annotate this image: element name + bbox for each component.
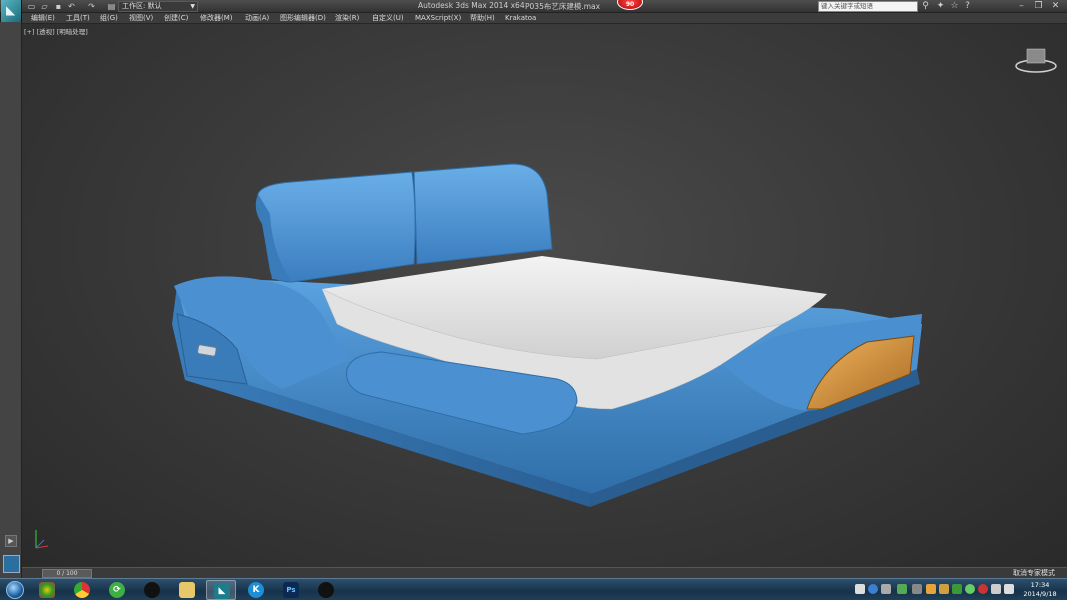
communication-center-icon[interactable]: ☆ — [949, 1, 960, 12]
refresh-app-icon: ⟳ — [109, 582, 125, 598]
bed-model[interactable] — [22, 24, 1067, 567]
chrome-icon — [74, 582, 90, 598]
tray-keyboard-icon[interactable] — [855, 584, 865, 594]
tray-app-icon[interactable] — [939, 584, 949, 594]
workspace-label: 工作区: 默认 — [122, 2, 162, 10]
undo-icon[interactable]: ↶ — [67, 2, 76, 11]
taskbar-app[interactable]: Ps — [276, 580, 306, 600]
menu-maxscript[interactable]: MAXScript(X) — [415, 13, 461, 24]
file-name: P035布艺床建模.max — [525, 2, 601, 11]
notification-badge[interactable]: 90 — [617, 0, 643, 10]
3dsmax-logo[interactable]: ◣ — [1, 0, 22, 22]
app-title: Autodesk 3ds Max 2014 x64 — [418, 1, 525, 10]
redo-icon[interactable]: ↷ — [87, 2, 96, 11]
perspective-viewport[interactable]: [+] [透视] [明暗处理] — [22, 24, 1067, 567]
menu-animation[interactable]: 动画(A) — [245, 13, 269, 24]
title-bar: ▭ ▱ ▪ ↶ ↷ ▤ 工作区: 默认 ▼ Autodesk 3ds Max 2… — [0, 0, 1067, 13]
menu-bar: 编辑(E) 工具(T) 组(G) 视图(V) 创建(C) 修改器(M) 动画(A… — [22, 13, 1067, 24]
chevron-down-icon: ▼ — [190, 3, 195, 10]
project-folder-icon[interactable]: ▤ — [107, 2, 116, 11]
subscription-icon[interactable]: ✦ — [935, 1, 946, 12]
taskbar-app[interactable] — [311, 580, 341, 600]
menu-modifiers[interactable]: 修改器(M) — [200, 13, 233, 24]
menu-graph-editors[interactable]: 图形编辑器(D) — [280, 13, 326, 24]
menu-views[interactable]: 视图(V) — [129, 13, 153, 24]
tray-battery-icon[interactable] — [897, 584, 907, 594]
tray-app-icon[interactable] — [926, 584, 936, 594]
tray-menu-icon[interactable] — [881, 584, 891, 594]
qq-penguin-icon — [318, 582, 334, 598]
windows-taskbar: ⟳ ◣ K Ps 17:34 2014/9/18 — [0, 578, 1067, 600]
taskbar-app[interactable] — [32, 580, 62, 600]
tray-volume-icon[interactable] — [1004, 584, 1014, 594]
qq-penguin-icon — [144, 582, 160, 598]
tray-app-icon[interactable] — [978, 584, 988, 594]
3dsmax-icon: ◣ — [214, 583, 230, 599]
taskbar-app[interactable] — [172, 580, 202, 600]
tray-app-icon[interactable] — [965, 584, 975, 594]
folder-icon — [179, 582, 195, 598]
headboard-right-cushion — [413, 163, 553, 265]
menu-customize[interactable]: 自定义(U) — [372, 13, 404, 24]
new-file-icon[interactable]: ▭ — [27, 2, 36, 11]
clock-date: 2014/9/18 — [1023, 590, 1057, 598]
tray-shield-icon[interactable] — [952, 584, 962, 594]
open-file-icon[interactable]: ▱ — [40, 2, 49, 11]
taskbar-clock[interactable]: 17:34 2014/9/18 — [1020, 581, 1060, 599]
menu-group[interactable]: 组(G) — [100, 13, 118, 24]
viewcube-icon[interactable] — [1015, 46, 1057, 74]
menu-edit[interactable]: 编辑(E) — [31, 13, 55, 24]
taskbar-app[interactable]: ⟳ — [102, 580, 132, 600]
help-icon[interactable]: ? — [962, 1, 973, 12]
photoshop-icon: Ps — [283, 582, 299, 598]
minimize-icon[interactable]: – — [1016, 1, 1027, 12]
menu-rendering[interactable]: 渲染(R) — [335, 13, 359, 24]
play-icon[interactable]: ▶ — [5, 535, 17, 547]
menu-tools[interactable]: 工具(T) — [66, 13, 90, 24]
k-app-icon: K — [248, 582, 264, 598]
taskbar-app[interactable] — [67, 580, 97, 600]
tray-network-icon[interactable] — [991, 584, 1001, 594]
taskbar-app[interactable]: K — [241, 580, 271, 600]
menu-help[interactable]: 帮助(H) — [470, 13, 495, 24]
time-slider-bar: 0 / 100 取消专家模式 — [22, 567, 1067, 578]
save-icon[interactable]: ▪ — [54, 2, 63, 11]
windows-orb-icon — [6, 581, 24, 599]
tray-help-icon[interactable] — [868, 584, 878, 594]
left-tool-strip: ▶ — [0, 22, 22, 578]
color-balls-app-icon — [39, 582, 55, 598]
mini-listener[interactable] — [3, 555, 20, 573]
restore-icon[interactable]: ❐ — [1033, 1, 1044, 12]
menu-krakatoa[interactable]: Krakatoa — [505, 13, 536, 24]
axis-tripod-icon — [35, 530, 49, 549]
workspace-dropdown[interactable]: 工作区: 默认 ▼ — [118, 1, 198, 12]
tray-arrow-icon[interactable] — [912, 584, 922, 594]
taskbar-app-active[interactable]: ◣ — [206, 580, 236, 600]
binoculars-icon[interactable]: ⚲ — [920, 1, 931, 12]
taskbar-app[interactable] — [137, 580, 167, 600]
close-icon[interactable]: ✕ — [1050, 1, 1061, 12]
start-button[interactable] — [2, 579, 28, 600]
clock-time: 17:34 — [1030, 581, 1050, 589]
search-input[interactable]: 键入关键字或短语 — [818, 1, 918, 12]
menu-create[interactable]: 创建(C) — [164, 13, 188, 24]
time-slider[interactable]: 0 / 100 — [42, 569, 92, 578]
